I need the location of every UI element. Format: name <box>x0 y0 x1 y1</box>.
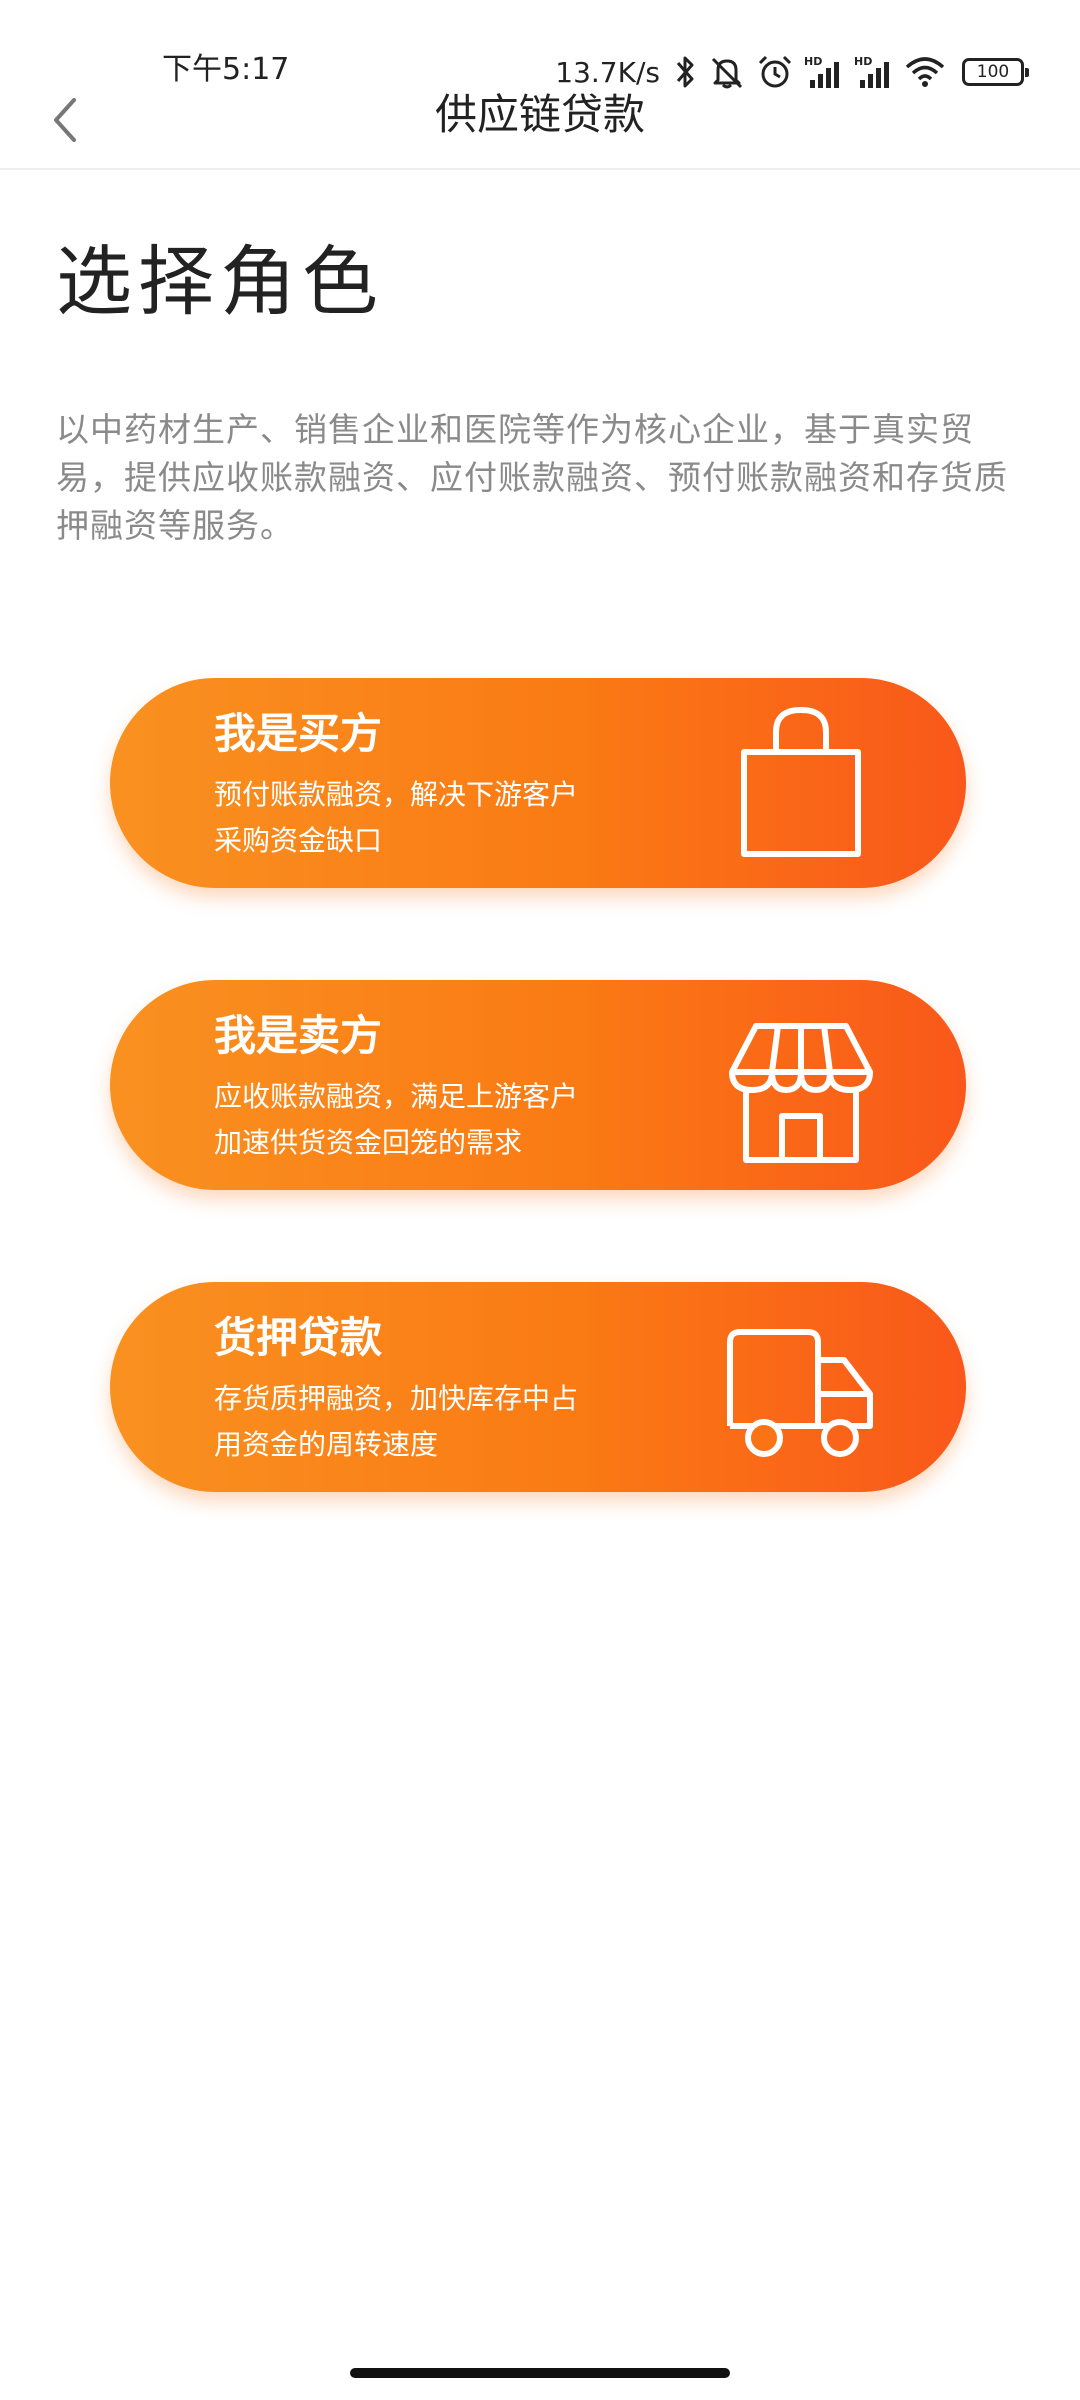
card-title: 我是买方 <box>214 709 383 758</box>
svg-text:HD: HD <box>854 55 872 68</box>
role-card-pledge[interactable]: 货押贷款 存货质押融资，加快库存中占 用资金的周转速度 <box>110 1282 966 1492</box>
card-desc-line: 应收账款融资，满足上游客户 <box>214 1080 579 1113</box>
storefront-icon <box>716 1000 886 1170</box>
nav-header: 供应链贷款 <box>0 80 1080 170</box>
card-description: 应收账款融资，满足上游客户 加速供货资金回笼的需求 <box>214 1074 654 1166</box>
page: 下午5:17 13.7K/s HD HD 100 供应链贷款 选择角色 以中药材… <box>0 0 1080 2400</box>
truck-icon <box>716 1302 886 1472</box>
section-heading: 选择角色 <box>56 237 384 326</box>
role-card-seller[interactable]: 我是卖方 应收账款融资，满足上游客户 加速供货资金回笼的需求 <box>110 980 966 1190</box>
card-description: 预付账款融资，解决下游客户 采购资金缺口 <box>214 772 654 864</box>
card-title: 我是卖方 <box>214 1011 383 1060</box>
card-description: 存货质押融资，加快库存中占 用资金的周转速度 <box>214 1376 654 1468</box>
page-title: 供应链贷款 <box>434 90 645 139</box>
role-card-buyer[interactable]: 我是买方 预付账款融资，解决下游客户 采购资金缺口 <box>110 678 966 888</box>
intro-text: 以中药材生产、销售企业和医院等作为核心企业，基于真实贸易，提供应收账款融资、应付… <box>56 410 1008 545</box>
svg-text:HD: HD <box>804 55 822 68</box>
status-bar: 下午5:17 13.7K/s HD HD 100 <box>0 0 1080 89</box>
card-desc-line: 用资金的周转速度 <box>214 1428 439 1461</box>
card-desc-line: 加速供货资金回笼的需求 <box>214 1126 523 1159</box>
card-desc-line: 存货质押融资，加快库存中占 <box>214 1382 579 1415</box>
card-desc-line: 采购资金缺口 <box>214 824 383 857</box>
card-title: 货押贷款 <box>214 1313 383 1362</box>
home-indicator[interactable] <box>350 2368 730 2378</box>
card-desc-line: 预付账款融资，解决下游客户 <box>214 778 579 811</box>
shopping-bag-icon <box>716 698 886 868</box>
